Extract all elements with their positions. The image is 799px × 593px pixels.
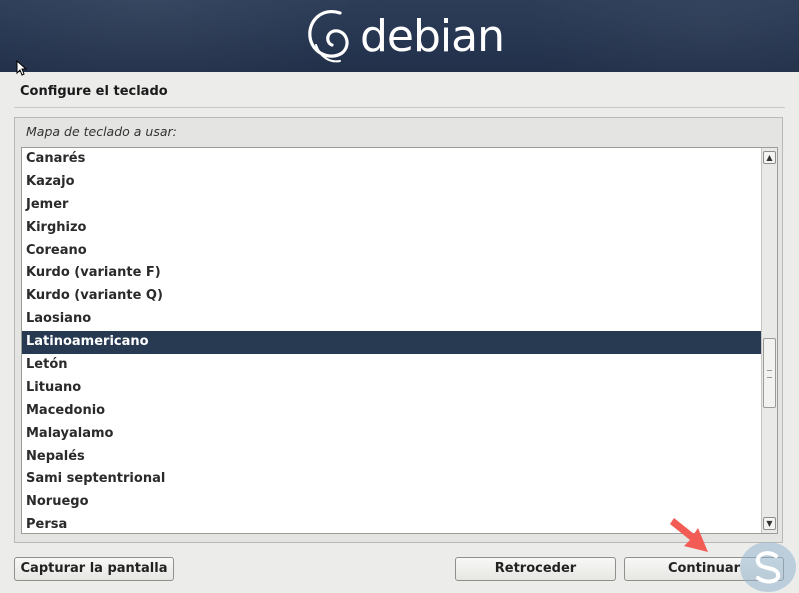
capture-screen-button[interactable]: Capturar la pantalla — [14, 557, 174, 581]
keymap-label: Mapa de teclado a usar: — [26, 124, 177, 139]
grip-icon — [767, 370, 772, 378]
list-item[interactable]: Coreano — [22, 240, 761, 263]
chevron-up-icon: ▲ — [766, 153, 773, 162]
debian-logo: debian — [304, 4, 505, 68]
list-item[interactable]: Kurdo (variante Q) — [22, 285, 761, 308]
scroll-up-button[interactable]: ▲ — [763, 151, 776, 164]
keymap-list[interactable]: Canarés Kazajo Jemer Kirghizo Coreano Ku… — [21, 147, 778, 534]
list-item[interactable]: Kirghizo — [22, 217, 761, 240]
scroll-down-button[interactable]: ▼ — [763, 517, 776, 530]
chevron-down-icon: ▼ — [766, 519, 773, 528]
back-button[interactable]: Retroceder — [455, 557, 616, 581]
keymap-rows: Canarés Kazajo Jemer Kirghizo Coreano Ku… — [22, 148, 761, 533]
list-item[interactable]: Lituano — [22, 377, 761, 400]
list-item[interactable]: Nepalés — [22, 446, 761, 469]
list-item-selected[interactable]: Latinoamericano — [22, 331, 761, 355]
list-item[interactable]: Macedonio — [22, 400, 761, 423]
page-title: Configure el teclado — [20, 84, 168, 99]
list-item[interactable]: Jemer — [22, 194, 761, 217]
list-item[interactable]: Laosiano — [22, 308, 761, 331]
list-item[interactable]: Sami septentrional — [22, 468, 761, 491]
list-item[interactable]: Kurdo (variante F) — [22, 262, 761, 285]
divider — [14, 107, 785, 108]
keymap-scrollbar[interactable]: ▲ ▼ — [761, 148, 777, 533]
banner-decoration — [520, 0, 799, 72]
list-item[interactable]: Malayalamo — [22, 423, 761, 446]
list-item[interactable]: Noruego — [22, 491, 761, 514]
watermark-logo-icon — [740, 542, 796, 592]
list-item[interactable]: Canarés — [22, 148, 761, 171]
debian-logo-text: debian — [360, 10, 505, 62]
list-item[interactable]: Letón — [22, 354, 761, 377]
red-arrow-icon — [670, 518, 708, 552]
debian-banner: debian — [0, 0, 799, 72]
list-item[interactable]: Kazajo — [22, 171, 761, 194]
list-item[interactable]: Persa — [22, 514, 761, 533]
debian-swirl-icon — [308, 10, 349, 63]
mouse-pointer-icon — [16, 60, 28, 76]
scrollbar-thumb[interactable] — [763, 338, 776, 408]
